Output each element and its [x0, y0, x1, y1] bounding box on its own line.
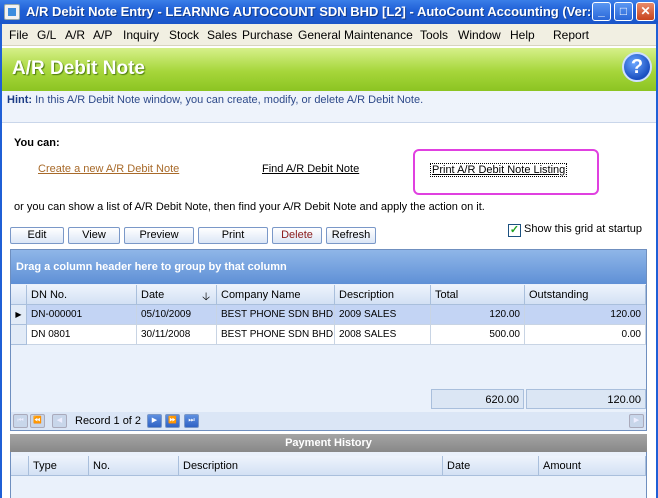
previous-record-icon[interactable]: ◀	[52, 414, 67, 428]
column-header-no[interactable]: No.	[89, 456, 179, 476]
view-button[interactable]: View	[68, 227, 120, 244]
column-header-amount[interactable]: Amount	[539, 456, 646, 476]
record-counter: Record 1 of 2	[75, 415, 142, 427]
cell-description[interactable]: 2009 SALES	[335, 305, 431, 325]
menu-file[interactable]: File	[9, 28, 28, 42]
menu-window[interactable]: Window	[458, 28, 501, 42]
column-header-date[interactable]: Date 🡣	[137, 285, 217, 305]
cell-company[interactable]: BEST PHONE SDN BHD	[217, 305, 335, 325]
print-button[interactable]: Print	[198, 227, 268, 244]
you-can-label: You can:	[14, 137, 60, 149]
window-title: A/R Debit Note Entry - LEARNNG AUTOCOUNT…	[26, 4, 603, 19]
column-header-dn-no[interactable]: DN No.	[27, 285, 137, 305]
next-record-icon[interactable]: ▶	[147, 414, 162, 428]
minimize-button[interactable]: _	[592, 2, 611, 21]
help-icon[interactable]: ?	[622, 52, 652, 82]
preview-button[interactable]: Preview	[124, 227, 194, 244]
page-header: A/R Debit Note ?	[2, 48, 656, 91]
row-indicator-header	[11, 456, 29, 476]
show-grid-checkbox[interactable]: ✓	[508, 224, 521, 237]
previous-page-icon[interactable]: ⏪	[30, 414, 45, 428]
row-selected-arrow-icon: ▶	[11, 305, 27, 325]
menu-sales[interactable]: Sales	[207, 28, 237, 42]
next-page-icon[interactable]: ⏩	[165, 414, 180, 428]
payment-history-title[interactable]: Payment History	[10, 434, 647, 452]
cell-date[interactable]: 05/10/2009	[137, 305, 217, 325]
hint-panel: Hint: In this A/R Debit Note window, you…	[2, 91, 656, 123]
menu-tools[interactable]: Tools	[420, 28, 448, 42]
cell-outstanding[interactable]: 120.00	[525, 305, 646, 325]
refresh-button[interactable]: Refresh	[326, 227, 376, 244]
column-header-description[interactable]: Description	[335, 285, 431, 305]
column-header-type[interactable]: Type	[29, 456, 89, 476]
menu-help[interactable]: Help	[510, 28, 535, 42]
menu-bar: File G/L A/R A/P Inquiry Stock Sales Pur…	[0, 24, 658, 46]
menu-ar[interactable]: A/R	[65, 28, 85, 42]
cell-date[interactable]: 30/11/2008	[137, 325, 217, 345]
cell-outstanding[interactable]: 0.00	[525, 325, 646, 345]
column-header-description[interactable]: Description	[179, 456, 443, 476]
column-header-date-label: Date	[141, 289, 165, 301]
menu-ap[interactable]: A/P	[93, 28, 112, 42]
column-header-company-name[interactable]: Company Name	[217, 285, 335, 305]
menu-inquiry[interactable]: Inquiry	[123, 28, 159, 42]
edit-button[interactable]: Edit	[10, 227, 64, 244]
find-debit-note-link[interactable]: Find A/R Debit Note	[262, 163, 359, 175]
page-title: A/R Debit Note	[12, 58, 145, 79]
footer-outstanding: 120.00	[526, 389, 646, 409]
scroll-right-icon[interactable]: ▶	[629, 414, 644, 428]
record-navigator: ⏮ ⏪ ◀ Record 1 of 2 ▶ ⏩ ⏭ ▶	[11, 412, 646, 430]
menu-report[interactable]: Report	[553, 28, 589, 42]
column-header-outstanding[interactable]: Outstanding	[525, 285, 646, 305]
hint-label: Hint:	[7, 94, 33, 106]
group-by-panel[interactable]: Drag a column header here to group by th…	[11, 250, 646, 284]
payment-history-grid: Type No. Description Date Amount	[10, 452, 647, 498]
menu-stock[interactable]: Stock	[169, 28, 199, 42]
instruction-text: or you can show a list of A/R Debit Note…	[14, 201, 485, 213]
menu-gl[interactable]: G/L	[37, 28, 56, 42]
create-debit-note-link[interactable]: Create a new A/R Debit Note	[38, 163, 179, 175]
menu-purchase[interactable]: Purchase	[242, 28, 293, 42]
cell-dn-no[interactable]: DN-000001	[27, 305, 137, 325]
row-indicator-header	[11, 285, 27, 305]
cell-dn-no[interactable]: DN 0801	[27, 325, 137, 345]
app-icon[interactable]	[4, 4, 20, 20]
cell-total[interactable]: 120.00	[431, 305, 525, 325]
delete-button[interactable]: Delete	[272, 227, 322, 244]
cell-total[interactable]: 500.00	[431, 325, 525, 345]
debit-note-grid: Drag a column header here to group by th…	[10, 249, 647, 431]
show-grid-label: Show this grid at startup	[524, 223, 643, 235]
last-record-icon[interactable]: ⏭	[184, 414, 199, 428]
column-header-date[interactable]: Date	[443, 456, 539, 476]
first-record-icon[interactable]: ⏮	[13, 414, 28, 428]
cell-description[interactable]: 2008 SALES	[335, 325, 431, 345]
title-bar: A/R Debit Note Entry - LEARNNG AUTOCOUNT…	[0, 0, 658, 24]
close-button[interactable]: ✕	[636, 2, 655, 21]
footer-total: 620.00	[431, 389, 524, 409]
cell-company[interactable]: BEST PHONE SDN BHD	[217, 325, 335, 345]
column-header-total[interactable]: Total	[431, 285, 525, 305]
highlight-box	[413, 149, 599, 195]
menu-general-maintenance[interactable]: General Maintenance	[298, 28, 413, 42]
row-indicator	[11, 325, 27, 345]
hint-text: In this A/R Debit Note window, you can c…	[35, 94, 424, 106]
maximize-button[interactable]: □	[614, 2, 633, 21]
